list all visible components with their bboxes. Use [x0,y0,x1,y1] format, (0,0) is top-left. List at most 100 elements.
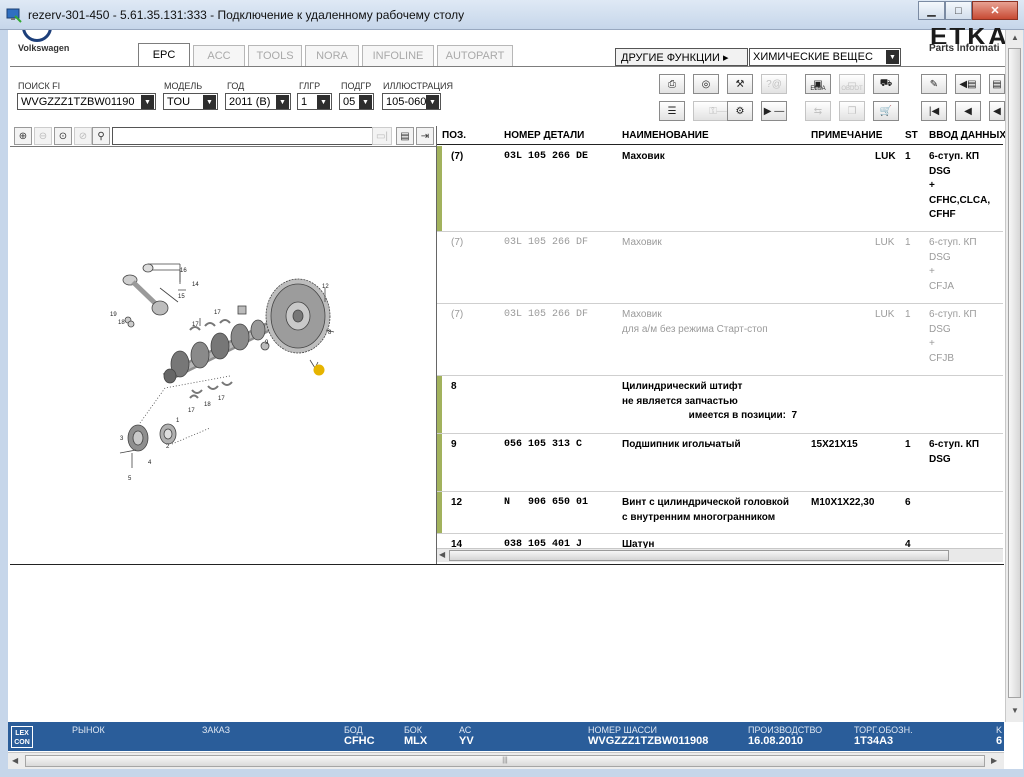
content-divider [10,564,1004,565]
callout-label[interactable]: 17 [192,322,199,328]
magnifier-button[interactable]: ⚲ [92,127,110,145]
page-forward-button[interactable]: ▤ [989,74,1005,94]
scroll-left-icon[interactable]: ◀ [12,756,18,765]
cart-add-button[interactable]: ⛟ [873,74,899,94]
cart-button[interactable]: 🛒 [873,101,899,121]
col-data-input[interactable]: ВВОД ДАННЫХ [929,130,1006,141]
next-minus-button[interactable]: ▶ — [761,101,787,121]
tab-acc[interactable]: ACC [193,45,245,66]
vehicle-button[interactable]: ⚙ [727,101,753,121]
maximize-button[interactable]: □ [945,1,972,20]
split-view-button[interactable]: ▤ [396,127,414,145]
callout-label[interactable]: 12 [322,284,329,290]
zoom-reset-button[interactable]: ⊘ [74,127,92,145]
callout-label[interactable]: 3 [120,436,124,442]
list-button[interactable]: ☰ [659,101,685,121]
help-button[interactable]: ?@ [761,74,787,94]
callout-label[interactable]: 14 [192,282,199,288]
col-pos[interactable]: ПОЗ. [442,130,466,141]
callout-label[interactable]: 1 [176,418,180,424]
scroll-left-icon[interactable]: ◀ [439,550,445,559]
expand-button[interactable]: ⇥ [416,127,434,145]
print-button[interactable]: ⎙ [659,74,685,94]
chemicals-select[interactable]: ХИМИЧЕСКИЕ ВЕЩЕС ▼ [749,48,901,66]
main-group-select[interactable]: 1 ▼ [297,93,332,110]
bok-label: БОК [404,725,423,735]
callout-label[interactable]: 17 [214,310,221,316]
table-row[interactable]: (7) 03L 105 266 DF Маховик для а/м без реж… [437,304,1003,376]
obdot-button[interactable]: ▭ OBDOT [839,74,865,94]
year-select[interactable]: 2011 (B) ▼ [225,93,291,110]
model-select[interactable]: TOU ▼ [163,93,218,110]
chevron-down-icon[interactable]: ▼ [141,95,154,109]
zoom-in-icon: ⊕ [18,130,28,142]
first-button[interactable]: |◀ [921,101,947,121]
table-scroll-thumb[interactable] [449,550,949,561]
chevron-down-icon[interactable]: ▼ [426,95,439,109]
zoom-out-button[interactable]: ⊖ [34,127,52,145]
illustration-search-input[interactable] [112,127,376,145]
table-row[interactable]: 12 N 906 650 01 Винт с цилиндрической голо… [437,492,1003,534]
col-qty[interactable]: ST [905,130,918,141]
cell-input: 6-ступ. КП DSG + CFHC,CLCA, CFHF [929,151,991,220]
page-back-button[interactable]: ◀▤ [955,74,981,94]
crankshaft-diagram[interactable]: 161415191817179128718171734521 [100,258,360,488]
prev-illustration-button[interactable]: ▭| [372,127,392,145]
callout-label[interactable]: 2 [166,444,170,450]
callout-label[interactable]: 16 [180,268,187,274]
callout-label[interactable]: 4 [148,460,152,466]
col-note[interactable]: ПРИМЕЧАНИЕ [811,130,882,141]
callout-label[interactable]: 19 [110,312,117,318]
table-row[interactable]: (7) 03L 105 266 DE Маховик LUK 1 6-ступ. КП D… [437,146,1003,232]
close-button[interactable]: ✕ [972,1,1018,20]
pin-button[interactable]: ✎ [921,74,947,94]
chevron-down-icon[interactable]: ▼ [317,95,330,109]
callout-label[interactable]: 18 [118,320,125,326]
chevron-down-icon[interactable]: ▼ [359,95,372,109]
table-row[interactable]: 14 038 105 401 J Шатун 4 [437,534,1003,548]
col-name[interactable]: НАИМЕНОВАНИЕ [622,130,709,141]
table-row[interactable]: 9 056 105 313 C Подшипник игольчатый 15X21X… [437,434,1003,492]
transfer-button[interactable]: ⇆ [805,101,831,121]
other-functions-button[interactable]: ДРУГИЕ ФУНКЦИИ ▸ [615,48,748,66]
callout-label[interactable]: 8 [328,330,332,336]
tab-nora[interactable]: NORA [305,45,359,66]
tab-epc[interactable]: EPC [138,43,190,66]
elsa-button[interactable]: ▣ ELSA [805,74,831,94]
callout-label[interactable]: 5 [128,476,132,482]
copy-button[interactable]: ❐ [839,101,865,121]
connecting-rod-icon [122,263,181,328]
table-row[interactable]: (7) 03L 105 266 DF Маховик LUK 1 6-ступ. КП D… [437,232,1003,304]
col-part-number[interactable]: НОМЕР ДЕТАЛИ [504,130,584,141]
table-row[interactable]: 8 Цилиндрический штифт не является запчас… [437,376,1003,434]
chevron-down-icon[interactable]: ▼ [203,95,216,109]
chevron-down-icon[interactable]: ▼ [886,50,899,64]
tab-tools[interactable]: TOOLS [248,45,302,66]
window-titlebar[interactable]: rezerv-301-450 - 5.61.35.131:333 - Подкл… [0,0,1024,30]
illustration-select[interactable]: 105-060 ▼ [382,93,441,110]
callout-label[interactable]: 15 [178,294,185,300]
callout-label[interactable]: 17 [218,396,225,402]
callout-label[interactable]: 17 [188,408,195,414]
callout-label[interactable]: 18 [204,402,211,408]
zoom-in-button[interactable]: ⊕ [14,127,32,145]
horizontal-scroll-thumb[interactable]: ||| [25,755,985,767]
tab-infoline[interactable]: INFOLINE [362,45,434,66]
scroll-up-icon[interactable]: ▲ [1011,33,1019,42]
next-button[interactable]: ◀ [989,101,1005,121]
service-button[interactable]: ◎ [693,74,719,94]
minimize-button[interactable]: ▁ [918,1,945,20]
table-horizontal-scrollbar[interactable]: ◀ [437,548,1003,562]
subgroup-select[interactable]: 05 ▼ [339,93,374,110]
chevron-down-icon[interactable]: ▼ [276,95,289,109]
window-horizontal-scrollbar[interactable]: ◀ ||| ▶ [8,752,1004,769]
scroll-down-icon[interactable]: ▼ [1011,706,1019,715]
zoom-fit-button[interactable]: ⊙ [54,127,72,145]
vertical-scroll-thumb[interactable] [1008,48,1021,698]
search-field[interactable]: WVGZZZ1TZBW01190 ▼ [17,93,156,110]
scroll-right-icon[interactable]: ▶ [991,756,997,765]
window-vertical-scrollbar[interactable]: ▲ ▼ [1005,30,1023,722]
tab-autopart[interactable]: AUTOPART [437,45,513,66]
previous-button[interactable]: ◀ [955,101,981,121]
tools-button[interactable]: ⚒ [727,74,753,94]
